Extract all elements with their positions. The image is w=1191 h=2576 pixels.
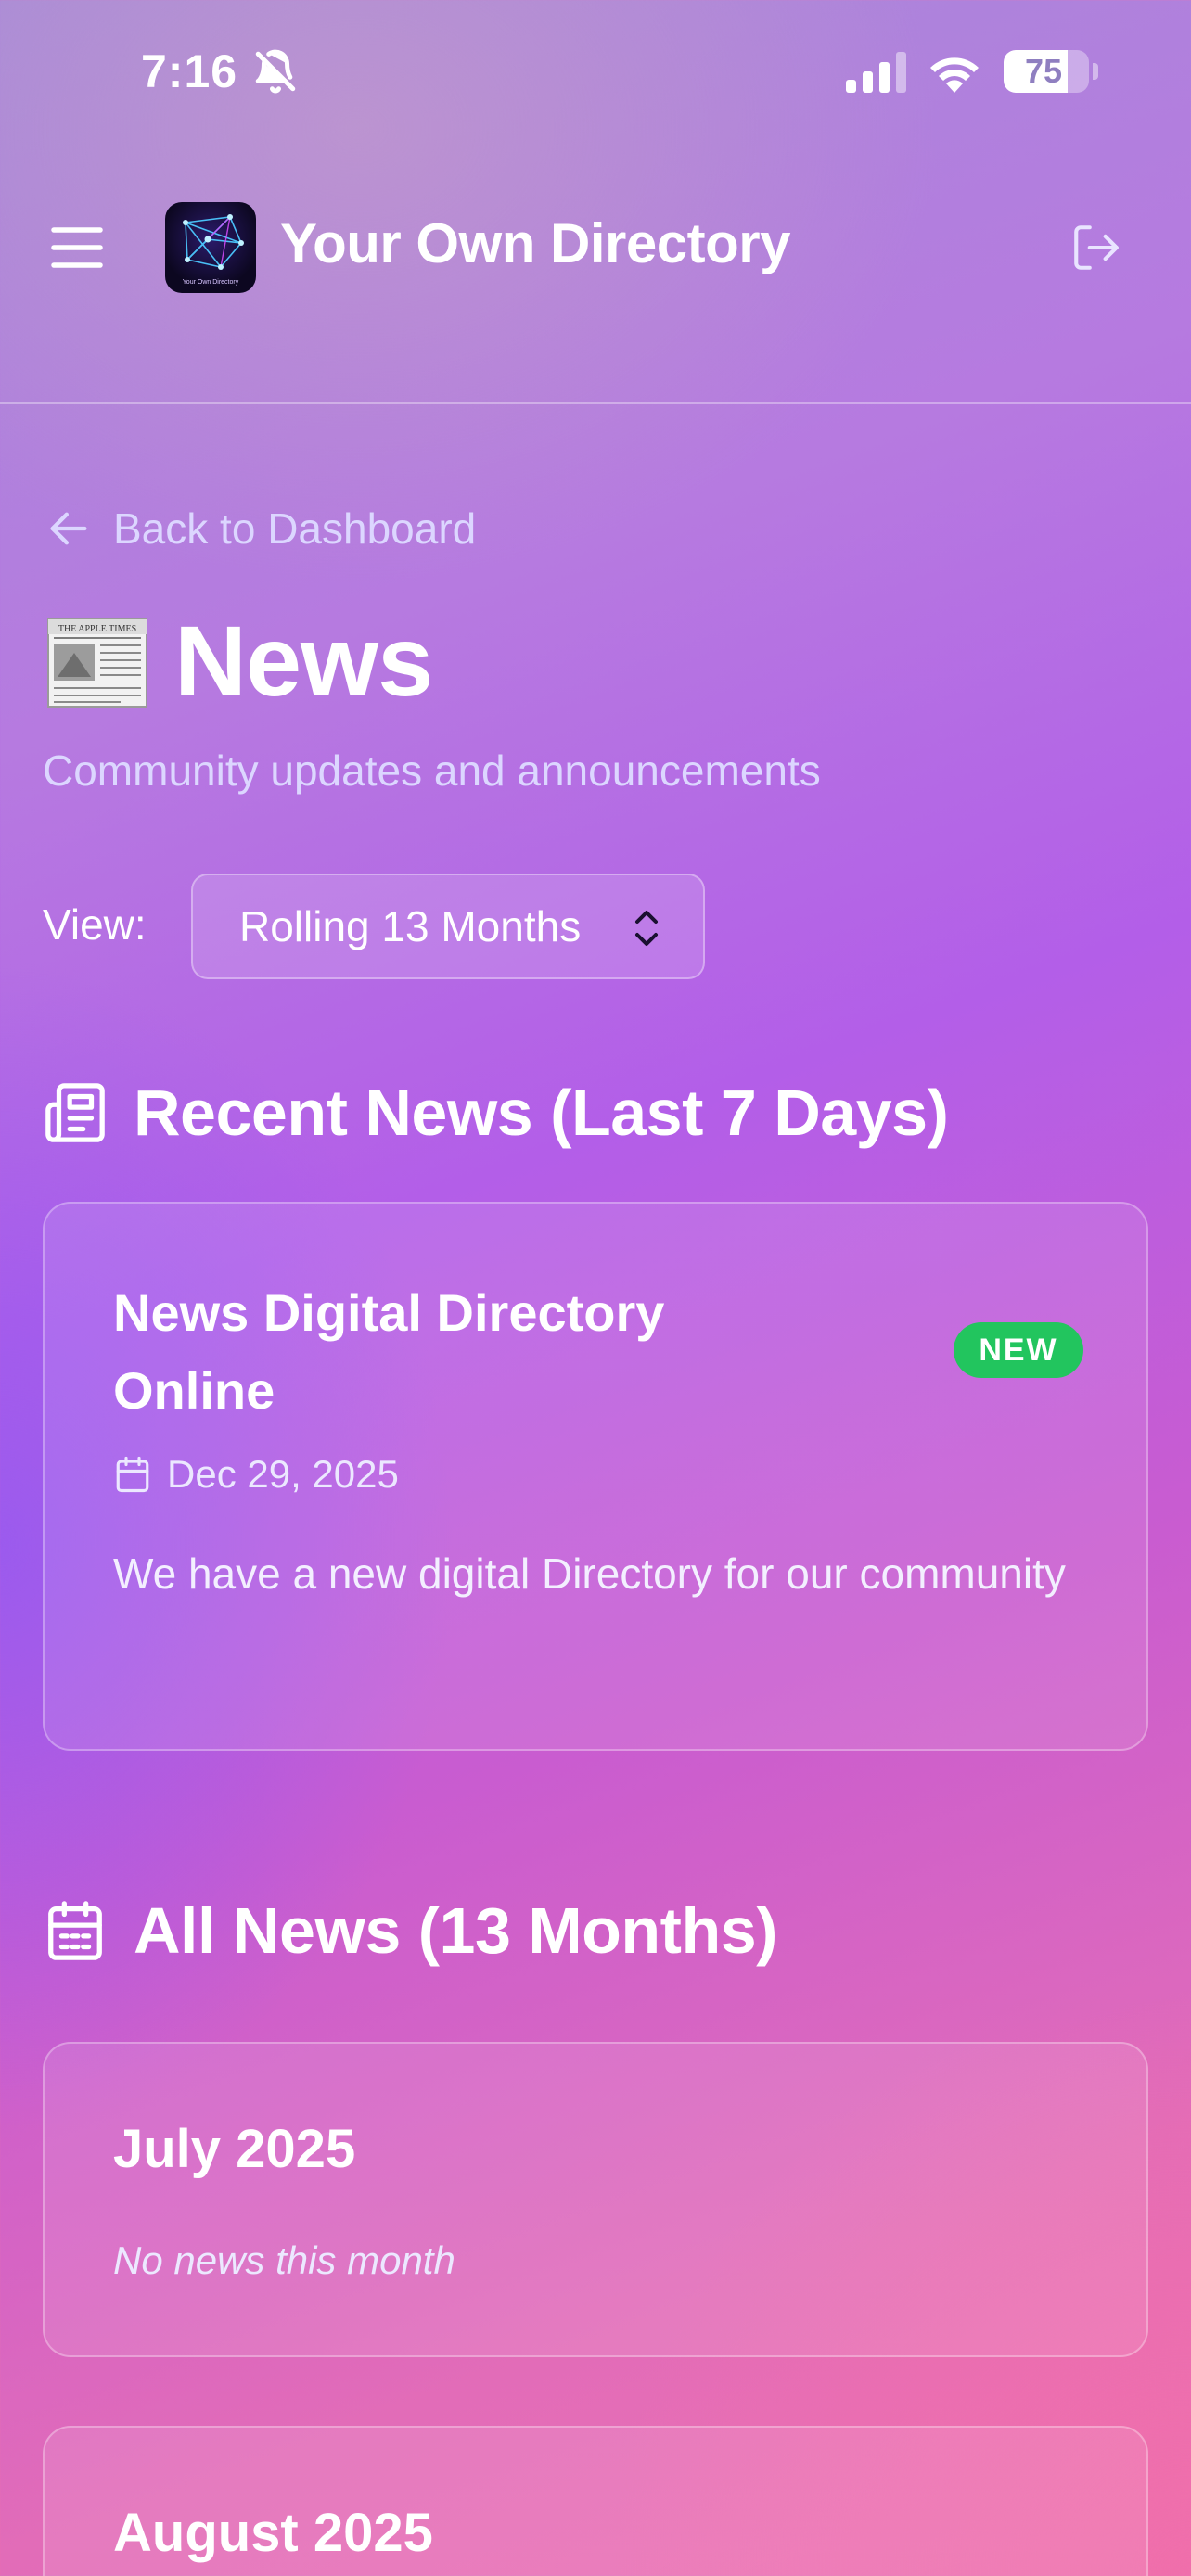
- page-subtitle: Community updates and announcements: [43, 746, 821, 795]
- back-link-label: Back to Dashboard: [113, 504, 477, 553]
- view-select-value: Rolling 13 Months: [239, 902, 582, 950]
- news-body: We have a new digital Directory for our …: [113, 1549, 1066, 1598]
- newspaper-icon: [45, 1083, 105, 1142]
- arrow-left-icon: [50, 512, 87, 545]
- newspaper-masthead: THE APPLE TIMES: [58, 624, 136, 634]
- back-to-dashboard-link[interactable]: Back to Dashboard: [45, 501, 476, 556]
- view-range-select[interactable]: Rolling 13 Months: [191, 874, 705, 979]
- logout-icon[interactable]: [1069, 221, 1124, 274]
- newspaper-emoji-icon: THE APPLE TIMES: [47, 618, 147, 708]
- news-card[interactable]: News Digital Directory Online NEW Dec 29…: [43, 1202, 1148, 1751]
- news-title: News Digital Directory Online: [113, 1283, 665, 1420]
- network-graph-icon: Your Own Directory: [183, 214, 244, 286]
- recent-news-heading: Recent News (Last 7 Days): [43, 1076, 949, 1150]
- calendar-days-icon: [48, 1901, 102, 1960]
- view-label: View:: [43, 900, 147, 949]
- month-card: July 2025 No news this month: [43, 2042, 1148, 2357]
- month-empty-text: No news this month: [113, 2238, 455, 2282]
- app-title: Your Own Directory: [280, 212, 790, 274]
- hamburger-menu-icon[interactable]: [48, 221, 106, 274]
- recent-news-heading-text: Recent News (Last 7 Days): [134, 1077, 949, 1149]
- month-title: August 2025: [113, 2503, 433, 2563]
- app-header: Your Own Directory Your Own Directory: [0, 0, 1191, 404]
- news-date: Dec 29, 2025: [113, 1452, 399, 1497]
- news-date-text: Dec 29, 2025: [167, 1452, 399, 1496]
- calendar-icon: [116, 1456, 149, 1493]
- all-news-heading-text: All News (13 Months): [134, 1894, 777, 1967]
- month-title: July 2025: [113, 2119, 356, 2179]
- app-logo[interactable]: Your Own Directory: [165, 202, 256, 293]
- new-badge: NEW: [954, 1322, 1083, 1378]
- all-news-heading: All News (13 Months): [43, 1894, 777, 1968]
- page-title: News: [174, 605, 433, 717]
- logo-text: Your Own Directory: [183, 279, 239, 286]
- chevron-up-down-icon: [635, 911, 658, 946]
- month-card: August 2025: [43, 2426, 1148, 2576]
